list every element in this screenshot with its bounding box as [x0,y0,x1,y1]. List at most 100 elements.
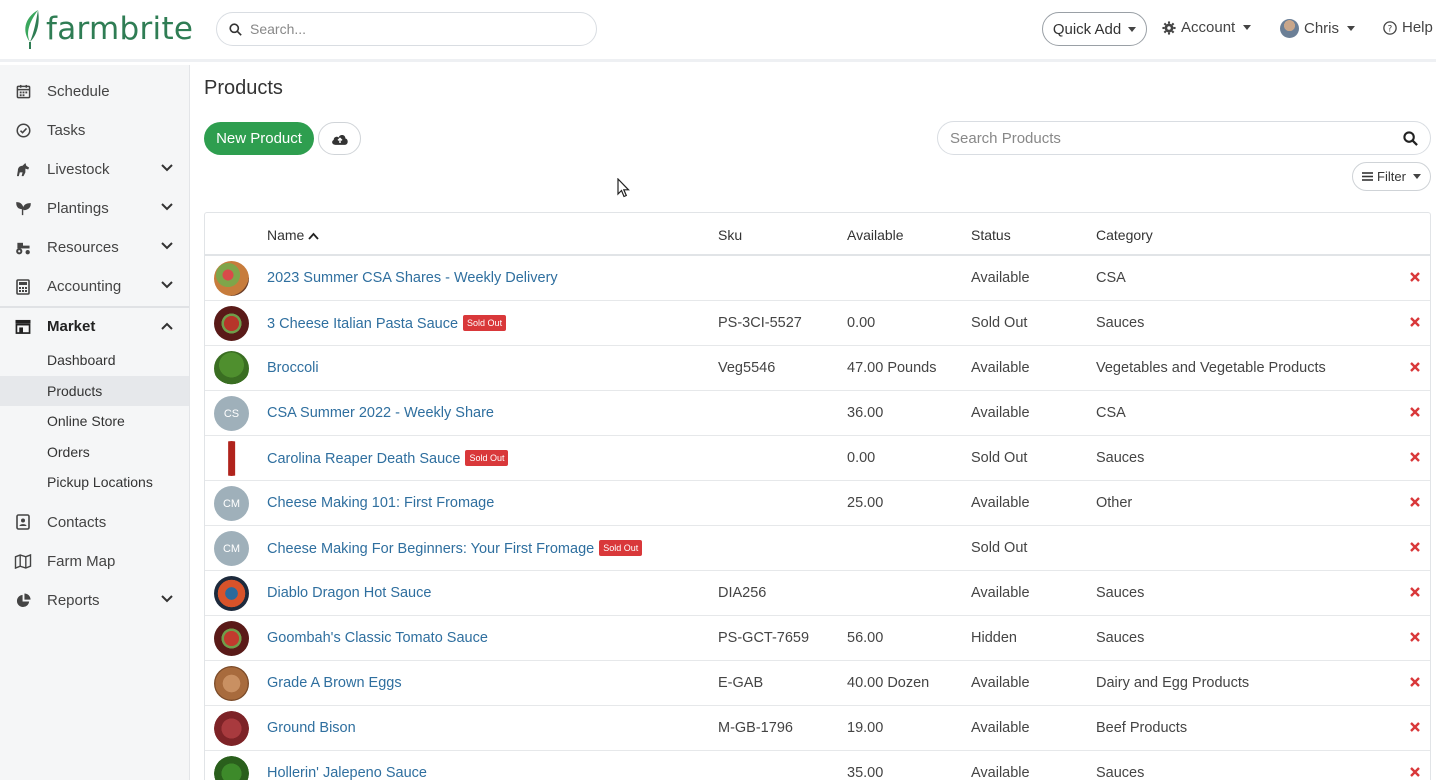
cell-status: Available [971,270,1030,286]
caret-down-icon [1243,25,1252,30]
sidebar-item-label: Market [47,318,96,335]
table-header: Name Sku Available Status Category [205,213,1430,256]
delete-icon[interactable] [1409,766,1421,778]
column-header-name[interactable]: Name [267,227,319,243]
cell-category: CSA [1096,405,1126,421]
delete-icon[interactable] [1409,316,1421,328]
column-header-sku[interactable]: Sku [718,227,742,243]
product-search[interactable] [937,121,1431,155]
product-name-link[interactable]: Goombah's Classic Tomato Sauce [267,630,488,646]
sidebar-item-accounting[interactable]: Accounting [0,267,189,306]
cell-category: Sauces [1096,585,1145,601]
delete-icon[interactable] [1409,406,1421,418]
delete-icon[interactable] [1409,586,1421,598]
product-thumbnail [214,261,249,296]
sidebar-item-livestock[interactable]: Livestock [0,150,189,189]
help-link[interactable]: ? Help [1383,19,1433,36]
caret-down-icon [1347,26,1356,31]
list-icon [1362,172,1374,181]
global-search-input[interactable] [250,21,570,37]
main-content: Products New Product Filter Name Sku Ava… [190,65,1436,780]
product-name-link[interactable]: 2023 Summer CSA Shares - Weekly Delivery [267,270,558,286]
delete-icon[interactable] [1409,676,1421,688]
table-row[interactable]: Hollerin' Jalepeno Sauce 35.00 Available Sa… [205,751,1430,780]
cell-available: 35.00 [847,765,884,780]
farmbrite-logo[interactable]: farmbrite [20,8,193,50]
table-row[interactable]: Diablo Dragon Hot Sauce DIA256 Available Sa… [205,571,1430,616]
sidebar-subitem-online-store[interactable]: Online Store [0,406,189,437]
table-row[interactable]: Broccoli Veg5546 47.00 Pounds Available Vege… [205,346,1430,391]
sidebar-subitem-orders[interactable]: Orders [0,437,189,468]
product-name-link[interactable]: Carolina Reaper Death Sauce Sold Out [267,450,509,467]
delete-icon[interactable] [1409,271,1421,283]
sidebar-subitem-pickup-locations[interactable]: Pickup Locations [0,467,189,498]
cell-sku: E-GAB [718,675,764,691]
sold-out-badge: Sold Out [465,450,509,466]
product-name: Cheese Making For Beginners: Your First … [267,541,595,557]
cell-available: 0.00 [847,450,876,466]
sidebar-subitem-dashboard[interactable]: Dashboard [0,345,189,376]
table-row[interactable]: Grade A Brown Eggs E-GAB 40.00 Dozen Availa… [205,661,1430,706]
import-button[interactable] [318,122,361,155]
sidebar-item-schedule[interactable]: Schedule [0,72,189,111]
calendar-icon [14,83,32,101]
sidebar-item-contacts[interactable]: Contacts [0,503,189,542]
sidebar-item-resources[interactable]: Resources [0,228,189,267]
cell-status: Available [971,720,1030,736]
table-row[interactable]: CM Cheese Making For Beginners: Your Firs… [205,526,1430,571]
user-avatar [1280,19,1299,38]
column-header-status[interactable]: Status [971,227,1011,243]
account-menu[interactable]: Account [1162,19,1252,36]
cell-category: Dairy and Egg Products [1096,675,1250,691]
product-name: 2023 Summer CSA Shares - Weekly Delivery [267,270,558,286]
table-row[interactable]: Goombah's Classic Tomato Sauce PS-GCT-765… [205,616,1430,661]
delete-icon[interactable] [1409,361,1421,373]
caret-down-icon [1412,174,1421,179]
cell-status: Sold Out [971,315,1028,331]
product-name-link[interactable]: 3 Cheese Italian Pasta Sauce Sold Out [267,315,507,332]
search-icon[interactable] [1403,131,1418,146]
help-label: Help [1402,19,1433,36]
sold-out-badge: Sold Out [463,315,507,331]
sidebar-item-label: Livestock [47,161,110,178]
cell-sku: Veg5546 [718,360,776,376]
product-name: Cheese Making 101: First Fromage [267,495,495,511]
delete-icon[interactable] [1409,451,1421,463]
user-menu[interactable]: Chris [1280,19,1356,38]
product-name-link[interactable]: Cheese Making 101: First Fromage [267,495,494,511]
sidebar-item-farm-map[interactable]: Farm Map [0,542,189,581]
product-name-link[interactable]: Ground Bison [267,720,356,736]
table-row[interactable]: 2023 Summer CSA Shares - Weekly Delivery… [205,256,1430,301]
column-header-available[interactable]: Available [847,227,904,243]
product-name-link[interactable]: Hollerin' Jalepeno Sauce [267,765,427,780]
delete-icon[interactable] [1409,541,1421,553]
product-name-link[interactable]: Diablo Dragon Hot Sauce [267,585,431,601]
product-name: CSA Summer 2022 - Weekly Share [267,405,494,421]
delete-icon[interactable] [1409,721,1421,733]
product-name-link[interactable]: Grade A Brown Eggs [267,675,402,691]
filter-button[interactable]: Filter [1352,162,1431,191]
delete-icon[interactable] [1409,631,1421,643]
column-header-category[interactable]: Category [1096,227,1153,243]
product-name-link[interactable]: Broccoli [267,360,319,376]
new-product-button[interactable]: New Product [204,122,314,155]
table-row[interactable]: CM Cheese Making 101: First Fromage 25.00 A… [205,481,1430,526]
product-thumbnail [214,441,249,476]
sidebar-item-reports[interactable]: Reports [0,581,189,620]
cell-sku: DIA256 [718,585,767,601]
product-name-link[interactable]: CSA Summer 2022 - Weekly Share [267,405,494,421]
sidebar-item-tasks[interactable]: Tasks [0,111,189,150]
cell-category: CSA [1096,270,1126,286]
product-search-input[interactable] [950,129,1390,147]
table-row[interactable]: CS CSA Summer 2022 - Weekly Share 36.00 Ava… [205,391,1430,436]
table-row[interactable]: 3 Cheese Italian Pasta Sauce Sold Out PS-3… [205,301,1430,346]
table-row[interactable]: Carolina Reaper Death Sauce Sold Out 0.00 S… [205,436,1430,481]
quick-add-button[interactable]: Quick Add [1042,12,1147,46]
table-row[interactable]: Ground Bison M-GB-1796 19.00 Available Beef … [205,706,1430,751]
sidebar-item-plantings[interactable]: Plantings [0,189,189,228]
delete-icon[interactable] [1409,496,1421,508]
product-name-link[interactable]: Cheese Making For Beginners: Your First … [267,540,643,557]
sidebar-item-market[interactable]: Market [0,306,189,345]
global-search[interactable] [216,12,597,46]
sidebar-subitem-products[interactable]: Products [0,375,189,406]
